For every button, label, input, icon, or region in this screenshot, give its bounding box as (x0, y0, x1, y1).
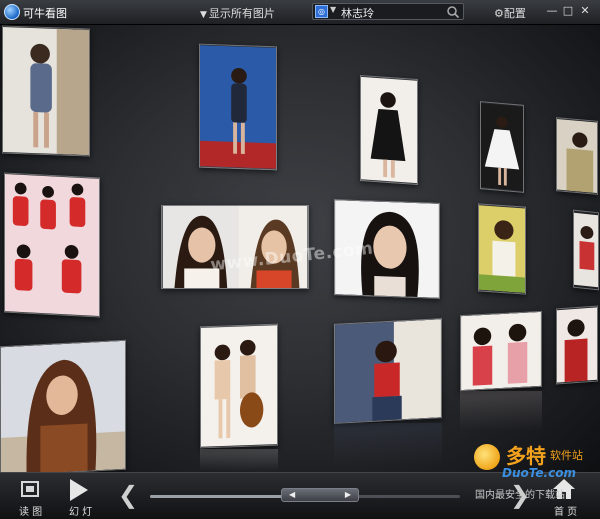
scroll-right-icon[interactable]: ▶ (345, 490, 351, 500)
photo-thumbnail[interactable] (2, 25, 90, 157)
home-label: 首 页 (554, 507, 578, 518)
site-logo: 多特 软件站 DuoTe.com 国内最安全的下载站 (470, 440, 595, 501)
browse-button[interactable]: 读 图 (0, 473, 56, 519)
search-icon[interactable] (446, 5, 460, 19)
app-title: 可牛看图 (23, 7, 67, 20)
search-box[interactable]: ◎ ▼ 林志玲 (312, 3, 464, 20)
sun-logo-icon (474, 444, 500, 470)
filter-label: 显示所有图片 (208, 7, 275, 20)
logo-brand-sub: 软件站 (550, 449, 583, 462)
title-bar: 可牛看图 ▼ 显示所有图片 ◎ ▼ 林志玲 ⚙配置 — □ ✕ (0, 0, 600, 25)
photo-thumbnail[interactable] (478, 203, 526, 295)
photo-thumbnail[interactable] (200, 323, 278, 449)
scroll-left-icon[interactable]: ◀ (289, 490, 295, 500)
photo-thumbnail[interactable] (360, 74, 418, 186)
photo-reflection (460, 391, 542, 431)
config-button[interactable]: ⚙配置 (494, 5, 526, 21)
logo-slogan: 国内最安全的下载站 (475, 490, 565, 501)
close-button[interactable]: ✕ (578, 4, 592, 18)
gear-icon: ⚙ (494, 7, 504, 20)
browse-label: 读 图 (19, 507, 43, 518)
logo-brand: 多特 (506, 444, 546, 468)
photo-reflection (200, 449, 278, 471)
browse-icon (21, 481, 39, 497)
scroll-thumb[interactable]: ◀ ▶ (281, 488, 359, 502)
app-logo-icon (4, 4, 20, 20)
photo-thumbnail[interactable] (0, 339, 126, 472)
slideshow-button[interactable]: 幻 灯 (56, 473, 108, 519)
logo-domain: DuoTe.com (502, 466, 576, 480)
search-input[interactable]: 林志玲 (341, 5, 374, 21)
config-label: 配置 (503, 7, 526, 20)
photo-thumbnail[interactable] (334, 318, 442, 424)
photo-thumbnail[interactable] (573, 209, 599, 291)
photo-thumbnail[interactable] (556, 305, 598, 385)
maximize-button[interactable]: □ (561, 4, 575, 18)
photo-thumbnail[interactable] (4, 172, 100, 318)
dropdown-arrow-icon: ▼ (200, 10, 207, 20)
photo-thumbnail[interactable] (199, 43, 277, 171)
scroll-progress (150, 495, 290, 498)
photo-reflection (334, 423, 442, 467)
photo-wall[interactable]: www.DuoTe.com (0, 25, 600, 472)
filter-dropdown[interactable]: ▼ 显示所有图片 (200, 5, 275, 21)
photo-thumbnail[interactable] (556, 117, 598, 195)
minimize-button[interactable]: — (545, 4, 559, 18)
search-engine-icon[interactable]: ◎ (315, 5, 328, 18)
prev-page-button[interactable]: ❮ (118, 483, 138, 507)
photo-thumbnail[interactable] (460, 310, 542, 392)
photo-thumbnail[interactable] (480, 101, 524, 193)
slideshow-label: 幻 灯 (69, 507, 93, 518)
play-icon (70, 479, 88, 501)
chevron-down-icon[interactable]: ▼ (330, 5, 336, 14)
